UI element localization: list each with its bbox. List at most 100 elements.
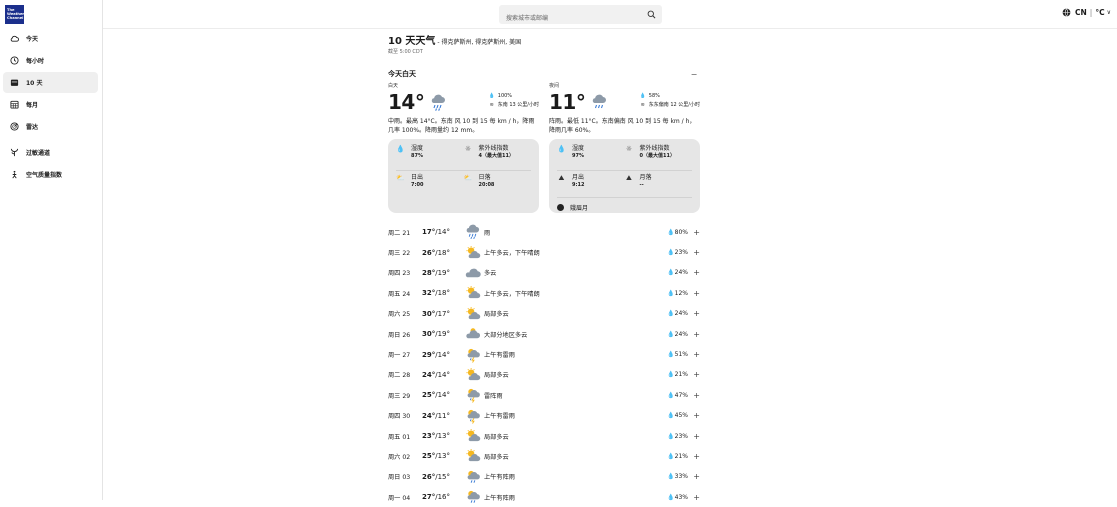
condition-text: 局部多云 bbox=[484, 453, 509, 461]
thunder-icon bbox=[467, 389, 480, 404]
partly-cloudy-icon bbox=[466, 429, 481, 442]
forecast-day-row[interactable]: 周六 25 30°/17° 局部多云 💧24% + bbox=[388, 304, 700, 324]
high-temp: 17° bbox=[422, 228, 436, 237]
sidebar-item-today[interactable]: 今天 bbox=[3, 28, 98, 49]
expand-day-button[interactable]: + bbox=[688, 248, 700, 257]
moonset-value: -- bbox=[639, 182, 644, 188]
night-humidity: 💧 湿度 97% bbox=[557, 145, 625, 167]
sunrise-icon: ⛅ bbox=[396, 174, 405, 182]
precip-chance: 💧21% bbox=[667, 371, 688, 379]
sidebar-item-monthly[interactable]: 每月 bbox=[3, 94, 98, 115]
day-name: 周日 26 bbox=[388, 331, 411, 339]
expand-day-button[interactable]: + bbox=[688, 370, 700, 379]
expand-day-button[interactable]: + bbox=[688, 391, 700, 400]
sidebar-item-label: 每小时 bbox=[26, 58, 45, 65]
expand-day-button[interactable]: + bbox=[688, 268, 700, 277]
low-temp: /15° bbox=[435, 472, 451, 481]
forecast-day-row[interactable]: 周日 03 26°/15° 上午有阵雨 💧33% + bbox=[388, 467, 700, 487]
forecast-day-row[interactable]: 周二 21 17°/14° 雨 💧80% + bbox=[388, 222, 700, 242]
precip-value: 23% bbox=[674, 432, 688, 440]
search-input[interactable] bbox=[499, 9, 639, 28]
expand-day-button[interactable]: + bbox=[688, 452, 700, 461]
uv-label: 紫外线指数 bbox=[639, 145, 670, 152]
expand-day-button[interactable]: + bbox=[688, 309, 700, 318]
expand-day-button[interactable]: + bbox=[688, 432, 700, 441]
condition-text: 上午有雷雨 bbox=[484, 413, 515, 421]
low-temp: /14° bbox=[435, 228, 451, 237]
forecast-day-row[interactable]: 周五 24 32°/18° 上午多云，下午晴朗 💧12% + bbox=[388, 283, 700, 303]
day-sunset: ⛅ 日落 20:08 bbox=[464, 174, 532, 192]
sidebar-item-10-day[interactable]: 10 天 bbox=[3, 72, 98, 93]
humidity-value: 97% bbox=[572, 153, 584, 159]
uv-label: 紫外线指数 bbox=[478, 145, 509, 152]
night-panel: 夜间 11° 💧 58% ≋ 东东偏南 12 公里/小时 阵雨。最低 11°C。东南… bbox=[549, 82, 700, 213]
forecast-day-row[interactable]: 周日 26 30°/19° 大部分地区多云 💧24% + bbox=[388, 324, 700, 344]
high-temp: 29° bbox=[422, 350, 436, 359]
precip-chance: 💧80% bbox=[667, 228, 688, 236]
precip-chance: 💧51% bbox=[667, 351, 688, 359]
condition-text: 上午有雷雨 bbox=[484, 352, 515, 360]
weather-channel-logo[interactable]: The Weather Channel bbox=[5, 5, 24, 24]
condition-text: 局部多云 bbox=[484, 433, 509, 441]
precip-value: 21% bbox=[674, 371, 688, 379]
today-details-header[interactable]: 今天白天 − bbox=[388, 69, 700, 79]
day-temperature-range: 23°/13° bbox=[422, 432, 462, 440]
day-temperature-range: 30°/17° bbox=[422, 310, 462, 318]
sidebar-item-label: 今天 bbox=[26, 36, 39, 43]
expand-day-button[interactable]: + bbox=[688, 411, 700, 420]
day-name: 周二 21 bbox=[388, 229, 411, 237]
forecast-day-row[interactable]: 周一 27 29°/14° 上午有雷雨 💧51% + bbox=[388, 344, 700, 364]
precip-value: 45% bbox=[674, 412, 688, 420]
night-label: 夜间 bbox=[549, 83, 560, 89]
expand-day-button[interactable]: + bbox=[688, 289, 700, 298]
cloudy-icon bbox=[465, 268, 481, 278]
moonset-icon: ⛰ bbox=[626, 174, 632, 182]
precip-chance: 💧23% bbox=[667, 432, 688, 440]
day-temperature-range: 28°/19° bbox=[422, 269, 462, 277]
location-name: - 得克萨斯州, 得克萨斯州, 美国 bbox=[437, 39, 522, 46]
locale-selector[interactable]: CN | °C ∨ bbox=[1062, 8, 1111, 17]
expand-day-button[interactable]: + bbox=[688, 472, 700, 481]
forecast-day-row[interactable]: 周四 30 24°/11° 上午有雷雨 💧45% + bbox=[388, 406, 700, 426]
page-title: 10 天天气 bbox=[388, 36, 436, 47]
showers-icon bbox=[467, 470, 480, 483]
forecast-day-row[interactable]: 周五 01 23°/13° 局部多云 💧23% + bbox=[388, 426, 700, 446]
forecast-day-row[interactable]: 周三 29 25°/14° 雷阵雨 💧47% + bbox=[388, 385, 700, 405]
precip-chance: 💧47% bbox=[667, 391, 688, 399]
collapse-button[interactable]: − bbox=[688, 70, 700, 79]
low-temp: /14° bbox=[435, 370, 451, 379]
condition-text: 雷阵雨 bbox=[484, 392, 503, 400]
forecast-day-row[interactable]: 周六 02 25°/13° 局部多云 💧21% + bbox=[388, 446, 700, 466]
search-icon[interactable] bbox=[647, 10, 656, 19]
day-sunrise: ⛅ 日出 7:00 bbox=[396, 174, 464, 192]
sidebar-item-allergy[interactable]: 过敏通道 bbox=[3, 142, 98, 163]
sidebar-item-label: 雷达 bbox=[26, 124, 39, 131]
high-temp: 26° bbox=[422, 472, 436, 481]
day-name: 周三 22 bbox=[388, 250, 411, 258]
high-temp: 32° bbox=[422, 289, 436, 298]
logo-line-3: Channel bbox=[7, 16, 24, 20]
partly-cloudy-icon bbox=[466, 449, 481, 462]
expand-day-button[interactable]: + bbox=[688, 228, 700, 237]
sidebar-item-air-quality[interactable]: 空气质量指数 bbox=[3, 164, 98, 185]
precip-chance: 💧33% bbox=[667, 473, 688, 481]
expand-day-button[interactable]: + bbox=[688, 493, 700, 502]
sidebar-item-radar[interactable]: 雷达 bbox=[3, 116, 98, 137]
sidebar-item-hourly[interactable]: 每小时 bbox=[3, 50, 98, 71]
forecast-day-row[interactable]: 周四 23 28°/19° 多云 💧24% + bbox=[388, 263, 700, 283]
day-precip-chance: 100% bbox=[497, 93, 513, 99]
high-temp: 27° bbox=[422, 493, 436, 502]
condition-text: 局部多云 bbox=[484, 372, 509, 380]
high-temp: 30° bbox=[422, 309, 436, 318]
day-temperature-range: 24°/11° bbox=[422, 412, 462, 420]
precip-value: 21% bbox=[674, 452, 688, 460]
forecast-day-row[interactable]: 周三 22 26°/18° 上午多云，下午晴朗 💧23% + bbox=[388, 242, 700, 262]
expand-day-button[interactable]: + bbox=[688, 330, 700, 339]
humidity-label: 湿度 bbox=[572, 145, 585, 152]
forecast-day-row[interactable]: 周一 04 27°/16° 上午有阵雨 💧43% + bbox=[388, 487, 700, 507]
expand-day-button[interactable]: + bbox=[688, 350, 700, 359]
raindrop-icon: 💧 bbox=[488, 93, 495, 99]
forecast-day-row[interactable]: 周二 28 24°/14° 局部多云 💧21% + bbox=[388, 365, 700, 385]
showers-icon bbox=[467, 491, 480, 504]
day-wind: 东南 13 公里/小时 bbox=[497, 102, 539, 108]
